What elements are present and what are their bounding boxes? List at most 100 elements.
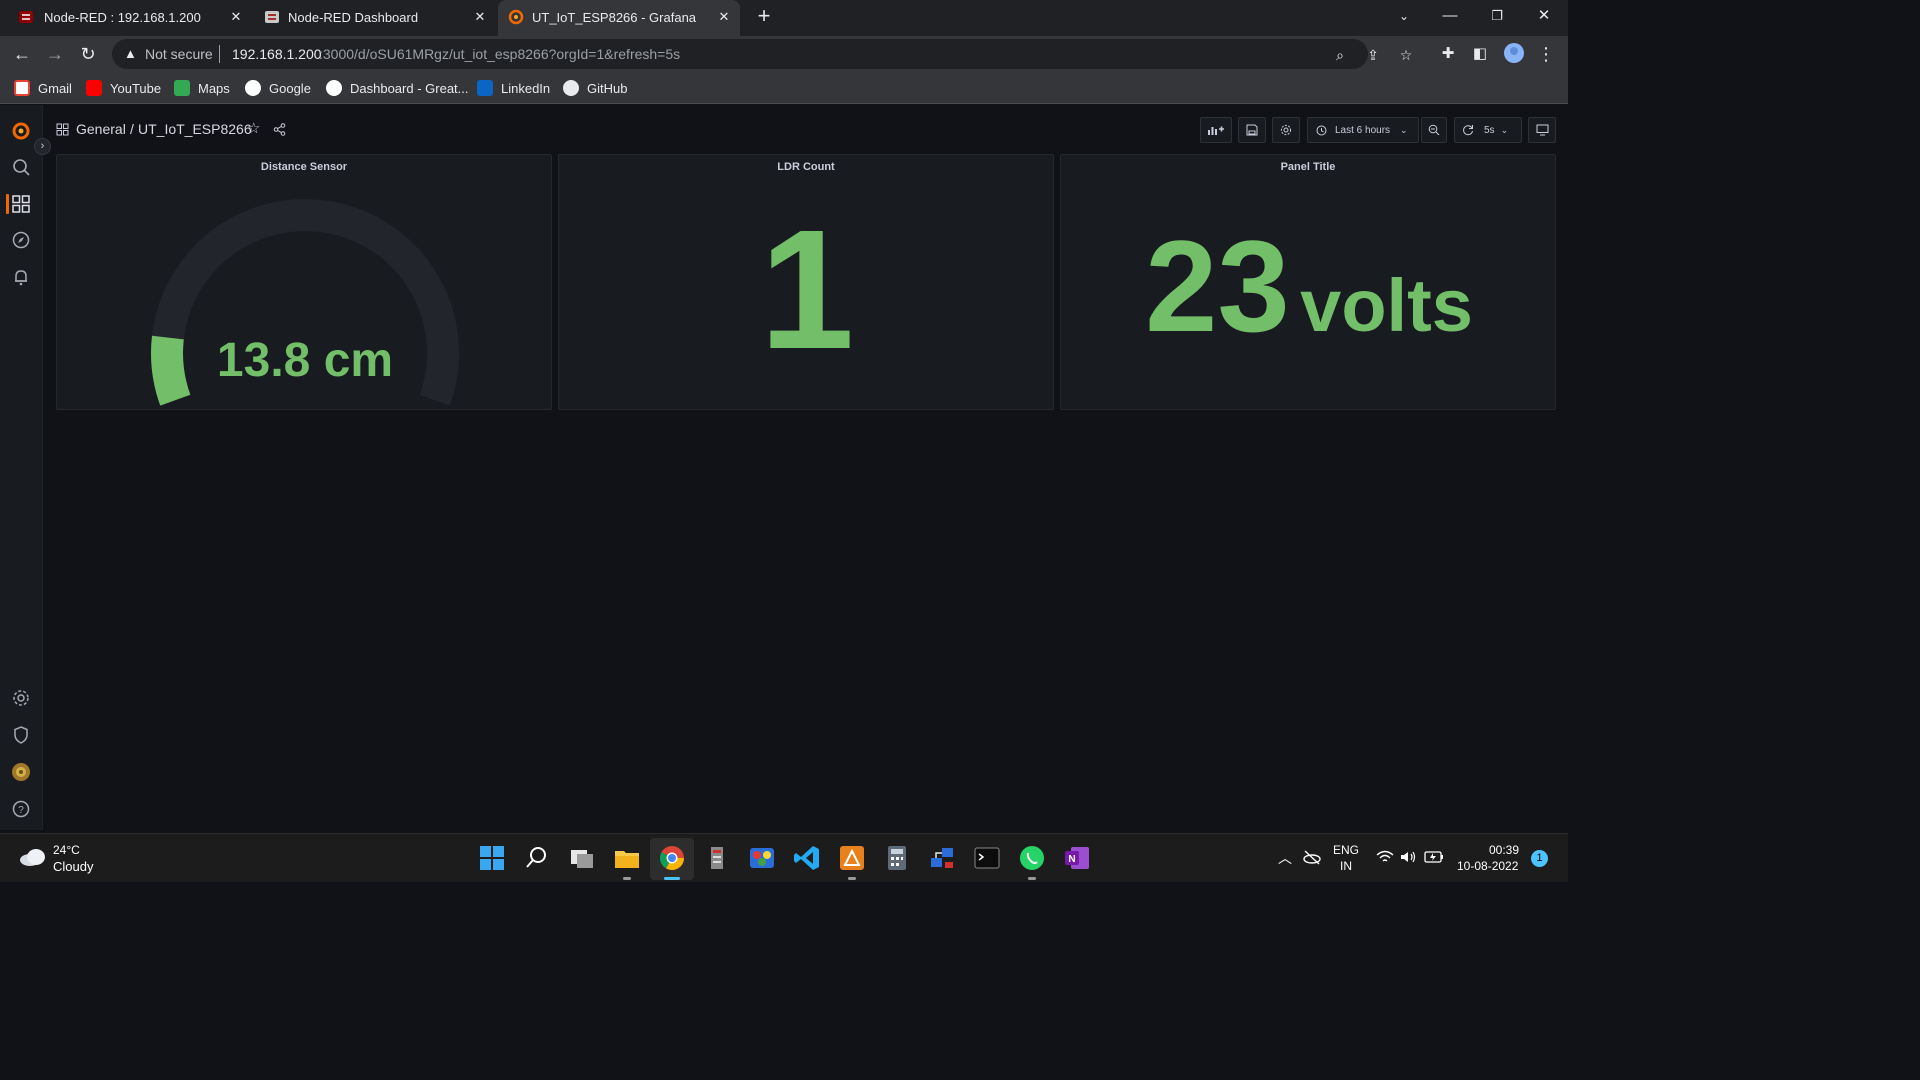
warning-icon[interactable]: ▲: [124, 46, 137, 61]
terminal-icon[interactable]: [973, 844, 1001, 872]
vscode-icon[interactable]: [793, 844, 821, 872]
cycle-view-mode-button[interactable]: [1528, 117, 1556, 143]
tab-search-chevron-icon[interactable]: ⌄: [1389, 4, 1419, 28]
minimize-button[interactable]: —: [1435, 4, 1465, 28]
star-icon[interactable]: ☆: [247, 119, 260, 137]
grafana-logo-icon[interactable]: [11, 121, 31, 141]
notification-badge[interactable]: 1: [1531, 850, 1548, 867]
breadcrumb-folder[interactable]: General: [76, 121, 126, 137]
battery-charging-icon[interactable]: [1424, 850, 1444, 864]
weather-temperature[interactable]: 24°C: [53, 843, 80, 857]
add-panel-button[interactable]: [1200, 117, 1232, 143]
dashboards-icon[interactable]: [11, 194, 31, 214]
show-hidden-icons-chevron-icon[interactable]: ︿: [1278, 848, 1292, 868]
whatsapp-icon[interactable]: [1018, 844, 1046, 872]
not-secure-label[interactable]: Not secure: [145, 46, 213, 62]
panel-title[interactable]: LDR Count: [559, 161, 1053, 173]
forward-button[interactable]: →: [43, 42, 67, 66]
bookmark-star-icon[interactable]: ☆: [1396, 45, 1416, 65]
dashboard-grid-icon: [56, 123, 69, 136]
photo-app-icon[interactable]: [748, 844, 776, 872]
side-panel-icon[interactable]: ◧: [1468, 42, 1492, 66]
weather-description[interactable]: Cloudy: [53, 859, 93, 874]
tab-node-red[interactable]: Node-RED : 192.168.1.200 ✕: [0, 0, 252, 36]
task-view-icon[interactable]: [568, 844, 596, 872]
stat-value: 23 volts: [1061, 221, 1557, 392]
tab-title: Node-RED Dashboard: [288, 10, 419, 25]
google-icon: [245, 80, 261, 96]
close-tab-icon[interactable]: ✕: [716, 9, 732, 25]
bookmark-dashboard[interactable]: Dashboard - Great...: [326, 78, 469, 98]
language-region[interactable]: IN: [1340, 859, 1352, 873]
extensions-icon[interactable]: ✚: [1436, 42, 1460, 66]
dashboard-title[interactable]: UT_IoT_ESP8266: [138, 121, 252, 137]
zoom-out-button[interactable]: [1421, 117, 1447, 143]
grafana-icon: [508, 9, 524, 25]
clock-date[interactable]: 10-08-2022: [1457, 859, 1518, 873]
bookmark-gmail[interactable]: Gmail: [14, 78, 72, 98]
onedrive-offline-icon[interactable]: [1302, 849, 1322, 865]
address-bar[interactable]: ▲ Not secure 192.168.1.200 :3000/d/oSU61…: [112, 39, 1412, 69]
bookmark-google[interactable]: Google: [245, 78, 311, 98]
refresh-picker[interactable]: 5s ⌄: [1454, 117, 1522, 143]
node-red-dashboard-icon: [265, 11, 279, 23]
save-icon: [1246, 124, 1258, 136]
save-dashboard-button[interactable]: [1238, 117, 1266, 143]
maps-icon: [174, 80, 190, 96]
user-avatar-icon[interactable]: [11, 762, 31, 782]
close-window-button[interactable]: ✕: [1529, 4, 1559, 28]
node-red-icon: [19, 11, 33, 23]
file-explorer-icon[interactable]: [613, 844, 641, 872]
new-tab-button[interactable]: +: [749, 4, 779, 28]
zoom-icon[interactable]: ⌕: [1330, 45, 1350, 65]
time-range-picker[interactable]: Last 6 hours ⌄: [1307, 117, 1419, 143]
close-tab-icon[interactable]: ✕: [228, 9, 244, 25]
share-icon[interactable]: [273, 123, 286, 136]
bookmark-linkedin[interactable]: LinkedIn: [477, 78, 550, 98]
share-icon[interactable]: ⇪: [1363, 45, 1383, 65]
calculator-icon[interactable]: [883, 844, 911, 872]
bookmark-maps[interactable]: Maps: [174, 78, 230, 98]
gauge-value: 13.8 cm: [57, 333, 553, 388]
profile-avatar[interactable]: [1502, 42, 1526, 66]
tab-grafana[interactable]: UT_IoT_ESP8266 - Grafana ✕: [498, 0, 740, 36]
bookmark-youtube[interactable]: YouTube: [86, 78, 161, 98]
panel-voltage[interactable]: Panel Title 23 volts: [1060, 154, 1556, 410]
linkedin-icon: [477, 80, 493, 96]
back-button[interactable]: ←: [10, 42, 34, 66]
alerting-bell-icon[interactable]: [11, 267, 31, 287]
dashboard-settings-button[interactable]: [1272, 117, 1300, 143]
panel-distance-sensor[interactable]: Distance Sensor 13.8 cm: [56, 154, 552, 410]
clock-time[interactable]: 00:39: [1489, 843, 1519, 857]
wifi-icon[interactable]: [1376, 850, 1394, 864]
network-tool-icon[interactable]: [928, 844, 956, 872]
menu-kebab-icon[interactable]: ⋮: [1534, 42, 1558, 66]
help-icon[interactable]: ?: [11, 799, 31, 819]
chrome-icon[interactable]: [658, 844, 686, 872]
restore-button[interactable]: ❐: [1482, 4, 1512, 28]
volume-icon[interactable]: [1400, 850, 1418, 864]
search-icon[interactable]: [11, 157, 31, 177]
database-app-icon[interactable]: [703, 844, 731, 872]
search-icon[interactable]: [523, 844, 551, 872]
panel-ldr-count[interactable]: LDR Count 1: [558, 154, 1054, 410]
tab-node-red-dashboard[interactable]: Node-RED Dashboard ✕: [252, 0, 496, 36]
bookmark-github[interactable]: GitHub: [563, 78, 627, 98]
cloudy-weather-icon[interactable]: [18, 846, 48, 868]
tab-title: Node-RED : 192.168.1.200: [44, 10, 201, 25]
server-admin-shield-icon[interactable]: [11, 725, 31, 745]
clock-icon: [1316, 125, 1327, 135]
language-code[interactable]: ENG: [1333, 843, 1359, 857]
url-host[interactable]: 192.168.1.200: [232, 46, 322, 62]
onenote-icon[interactable]: N: [1063, 844, 1091, 872]
url-path[interactable]: :3000/d/oSU61MRgz/ut_iot_esp8266?orgId=1…: [319, 46, 680, 62]
chevron-down-icon: ⌄: [1500, 124, 1509, 135]
windows-start-icon[interactable]: [478, 844, 506, 872]
panel-title[interactable]: Panel Title: [1061, 161, 1555, 173]
app-store-icon[interactable]: [838, 844, 866, 872]
reload-button[interactable]: ↻: [76, 42, 100, 66]
explore-compass-icon[interactable]: [11, 230, 31, 250]
close-tab-icon[interactable]: ✕: [472, 9, 488, 25]
time-range-label: Last 6 hours: [1335, 124, 1391, 136]
configuration-gear-icon[interactable]: [11, 688, 31, 708]
